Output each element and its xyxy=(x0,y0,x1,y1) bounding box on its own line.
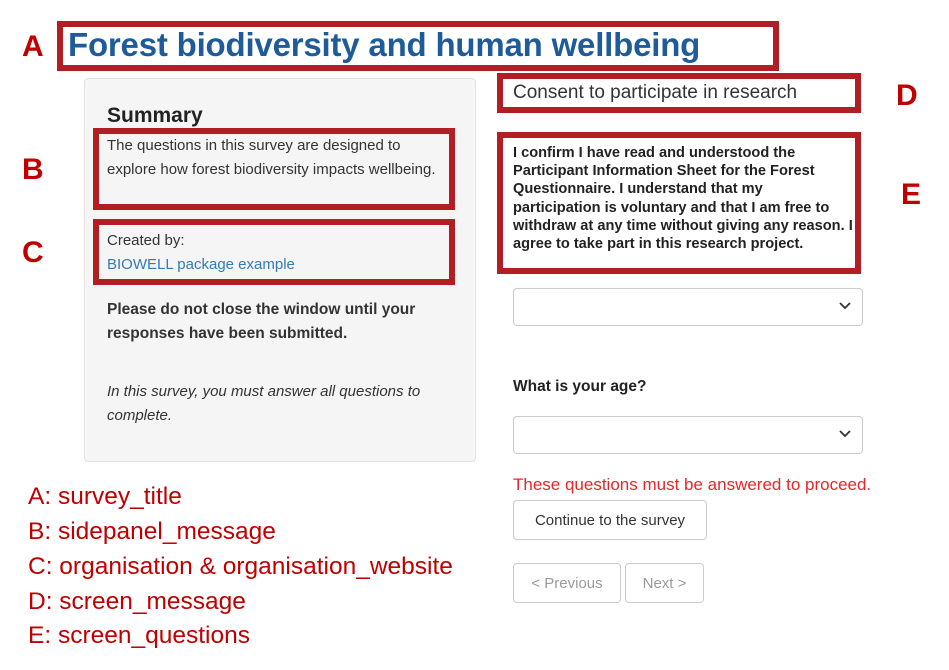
answer-all-note: In this survey, you must answer all ques… xyxy=(107,383,421,424)
legend-item: A: survey_title xyxy=(28,483,182,510)
marker-b: B xyxy=(22,153,44,186)
legend-item: D: screen_message xyxy=(28,588,246,615)
annotation-box-c xyxy=(93,219,455,285)
previous-button[interactable]: < Previous xyxy=(513,563,621,603)
sidebar-heading: Summary xyxy=(107,104,203,127)
age-select[interactable] xyxy=(513,416,863,454)
annotation-box-a xyxy=(57,21,779,71)
annotation-box-b xyxy=(93,128,455,210)
marker-e: E xyxy=(901,178,922,211)
chevron-down-icon xyxy=(839,302,851,310)
validation-error-message: These questions must be answered to proc… xyxy=(513,475,872,494)
chevron-down-icon xyxy=(839,430,851,438)
marker-d: D xyxy=(896,79,918,112)
age-question-label: What is your age? xyxy=(513,378,647,395)
legend-item: C: organisation & organisation_website xyxy=(28,553,453,580)
annotation-box-d xyxy=(497,73,861,113)
legend-item: B: sidepanel_message xyxy=(28,518,276,545)
close-window-warning: Please do not close the window until you… xyxy=(107,301,416,342)
marker-a: A xyxy=(22,30,44,63)
continue-button[interactable]: Continue to the survey xyxy=(513,500,707,540)
consent-select[interactable] xyxy=(513,288,863,326)
marker-c: C xyxy=(22,236,44,269)
annotation-box-e xyxy=(497,132,861,274)
next-button[interactable]: Next > xyxy=(625,563,704,603)
legend-item: E: screen_questions xyxy=(28,622,250,649)
